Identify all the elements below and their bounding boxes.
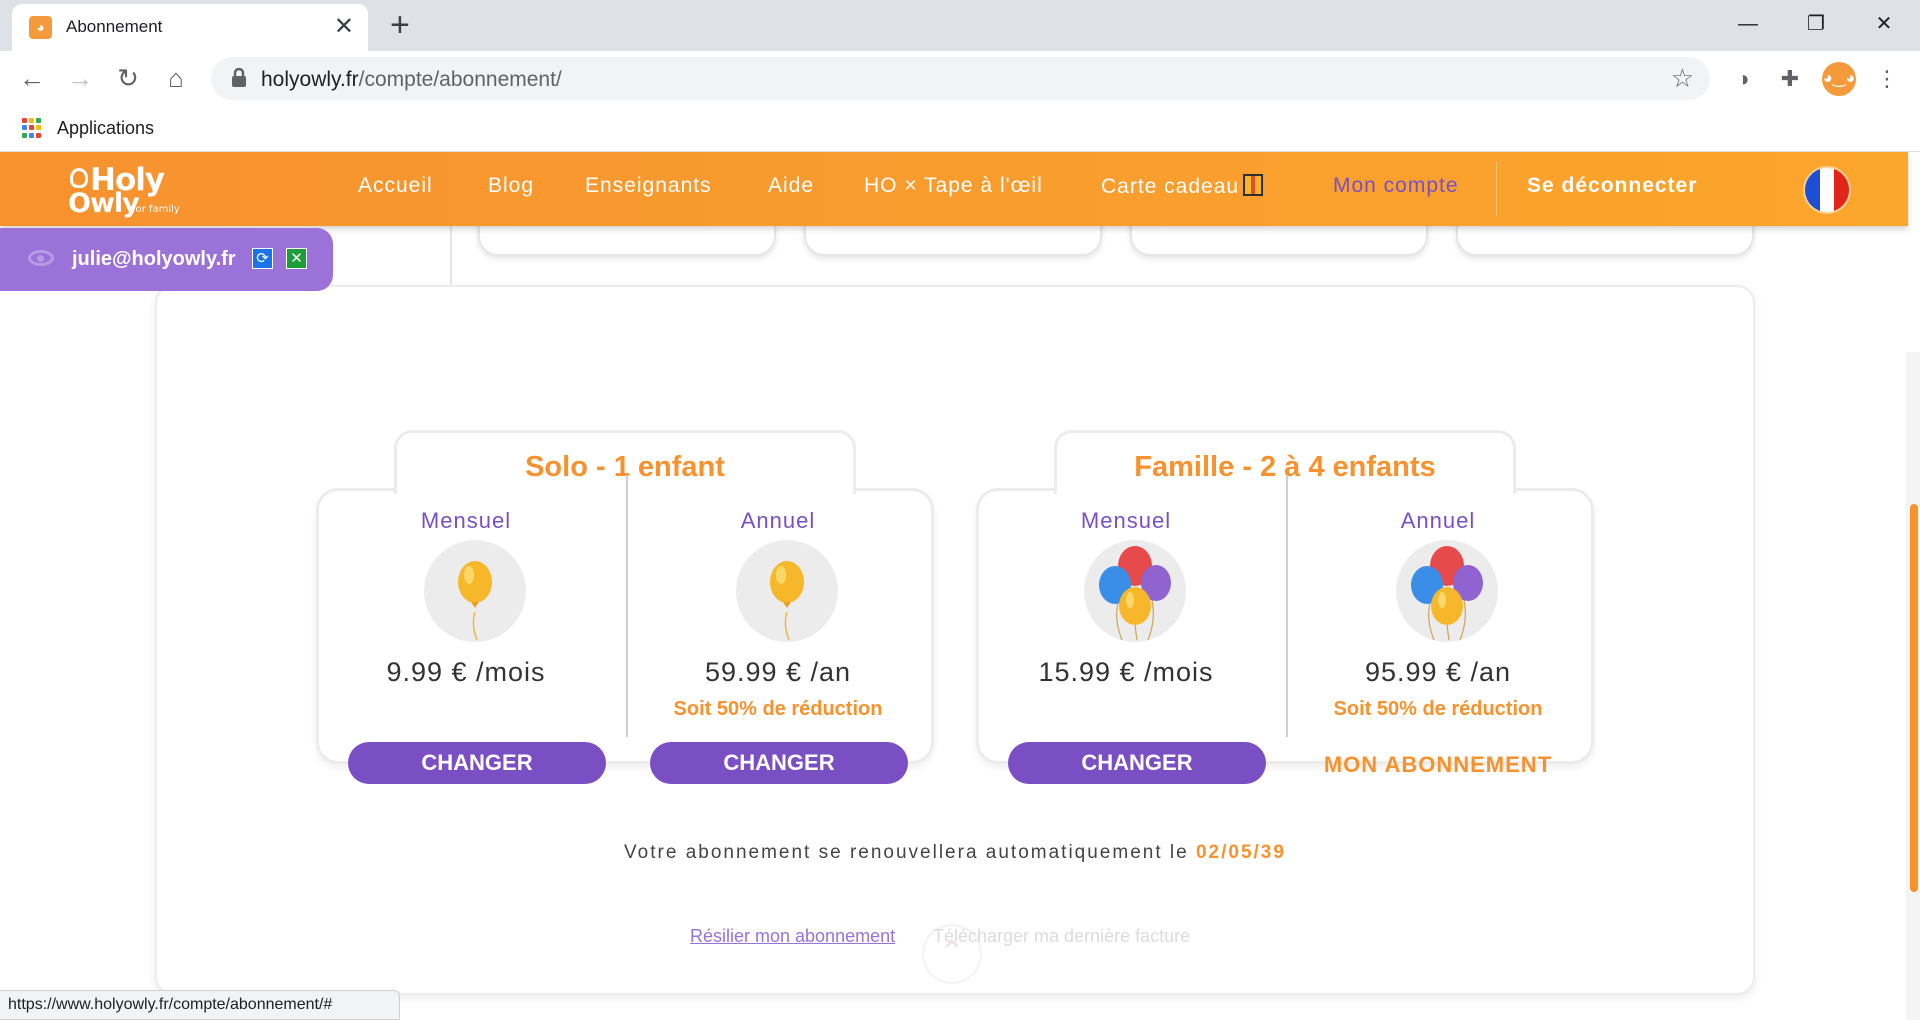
multi-balloon-icon bbox=[1396, 540, 1498, 642]
price: 9.99 € /mois bbox=[386, 657, 546, 687]
bookmark-star-icon[interactable]: ☆ bbox=[1671, 63, 1694, 93]
refresh-icon[interactable]: ⟳ bbox=[252, 248, 273, 269]
plan-monthly-column: Mensuel 9.99 € /mois CHANGER bbox=[316, 488, 616, 784]
plan-yearly-column: Annuel 59.99 € /an Soit 50% de réduction… bbox=[628, 488, 928, 784]
eye-icon bbox=[28, 250, 54, 266]
back-icon[interactable]: ← bbox=[14, 60, 50, 96]
browser-menu-icon[interactable]: ⋮ bbox=[1870, 62, 1904, 96]
address-bar[interactable]: holyowly.fr/compte/abonnement/ ☆ bbox=[211, 57, 1710, 100]
cancel-subscription-link[interactable]: Résilier mon abonnement bbox=[690, 926, 895, 947]
minimize-icon[interactable]: — bbox=[1718, 6, 1778, 42]
price: 59.99 € /an bbox=[704, 657, 852, 687]
renewal-notice: Votre abonnement se renouvellera automat… bbox=[624, 842, 1286, 863]
change-button[interactable]: CHANGER bbox=[650, 742, 908, 784]
single-balloon-icon bbox=[424, 540, 526, 642]
price: 15.99 € /mois bbox=[1038, 657, 1214, 687]
impersonation-badge: julie@holyowly.fr ⟳ ✕ bbox=[0, 228, 333, 291]
forward-icon[interactable]: → bbox=[62, 60, 98, 96]
single-balloon-icon bbox=[736, 540, 838, 642]
home-icon[interactable]: ⌂ bbox=[158, 60, 194, 96]
holyowly-logo[interactable]: Holy Owly for family bbox=[68, 162, 188, 219]
site-header: Holy Owly for family Accueil Blog Enseig… bbox=[0, 152, 1908, 226]
status-bar-url: https://www.holyowly.fr/compte/abonnemen… bbox=[0, 990, 400, 1020]
nav-aide[interactable]: Aide bbox=[768, 174, 814, 198]
tab-close-icon[interactable]: ✕ bbox=[334, 12, 354, 42]
apps-grid-icon[interactable] bbox=[22, 118, 42, 138]
plan-yearly-column: Annuel 95.99 € /an Soit 50% de réduction… bbox=[1288, 488, 1588, 777]
period-label: Mensuel bbox=[1080, 508, 1172, 533]
nav-blog[interactable]: Blog bbox=[488, 174, 534, 198]
nav-mon-compte[interactable]: Mon compte bbox=[1333, 174, 1459, 198]
extensions-puzzle-icon[interactable]: ✚ bbox=[1773, 62, 1807, 96]
lock-icon bbox=[232, 67, 246, 87]
page-content: Holy Owly for family Accueil Blog Enseig… bbox=[0, 152, 1920, 1020]
holyowly-favicon-icon: ◕ bbox=[29, 16, 52, 39]
page-scrollbar[interactable] bbox=[1906, 352, 1920, 1020]
bookmark-applications[interactable]: Applications bbox=[57, 118, 154, 139]
plan-title: Solo - 1 enfant bbox=[525, 451, 725, 483]
divider bbox=[450, 226, 452, 286]
exit-icon[interactable]: ✕ bbox=[286, 248, 307, 269]
plan-tab: Solo - 1 enfant bbox=[394, 430, 856, 494]
plan-title: Famille - 2 à 4 enfants bbox=[1134, 451, 1436, 483]
bookmarks-bar: Applications bbox=[0, 106, 1920, 152]
nav-se-deconnecter[interactable]: Se déconnecter bbox=[1527, 174, 1697, 198]
gift-icon bbox=[1243, 174, 1264, 196]
restore-icon[interactable]: ❐ bbox=[1786, 6, 1846, 42]
reload-icon[interactable]: ↻ bbox=[110, 60, 146, 96]
change-button[interactable]: CHANGER bbox=[348, 742, 606, 784]
browser-tab[interactable]: ◕ Abonnement ✕ bbox=[12, 4, 368, 51]
plan-solo: Solo - 1 enfant Mensuel 9.99 € /mois CHA… bbox=[316, 430, 934, 784]
plan-famille: Famille - 2 à 4 enfants Mensuel 15.99 € … bbox=[976, 430, 1594, 784]
period-label: Annuel bbox=[740, 508, 816, 533]
scrollbar-thumb[interactable] bbox=[1910, 504, 1918, 892]
nav-separator bbox=[1496, 162, 1497, 216]
renewal-date: 02/05/39 bbox=[1195, 842, 1286, 863]
tab-title: Abonnement bbox=[66, 17, 163, 36]
period-label: Annuel bbox=[1400, 508, 1476, 533]
download-invoice-link[interactable]: Télécharger ma dernière facture bbox=[933, 926, 1190, 947]
browser-tab-strip: ◕ Abonnement ✕ + — ❐ ✕ bbox=[0, 0, 1920, 51]
plan-tab: Famille - 2 à 4 enfants bbox=[1054, 430, 1516, 494]
reduction-label: Soit 50% de réduction bbox=[1333, 698, 1543, 720]
nav-accueil[interactable]: Accueil bbox=[358, 174, 433, 198]
french-flag-icon[interactable] bbox=[1805, 168, 1849, 212]
profile-avatar-icon[interactable]: ◕‿◕ bbox=[1822, 62, 1856, 96]
new-tab-icon[interactable]: + bbox=[390, 7, 410, 43]
period-label: Mensuel bbox=[420, 508, 512, 533]
change-button[interactable]: CHANGER bbox=[1008, 742, 1266, 784]
plan-monthly-column: Mensuel 15.99 € /mois CHANGER bbox=[976, 488, 1276, 784]
window-close-icon[interactable]: ✕ bbox=[1854, 6, 1914, 42]
nav-enseignants[interactable]: Enseignants bbox=[585, 174, 712, 198]
nav-tape-a-loeil[interactable]: HO × Tape à l'œil bbox=[864, 174, 1043, 198]
owl-logo-icon bbox=[70, 168, 88, 188]
current-subscription-label: MON ABONNEMENT bbox=[1323, 752, 1553, 777]
url-text: holyowly.fr/compte/abonnement/ bbox=[261, 68, 562, 91]
multi-balloon-icon bbox=[1084, 540, 1186, 642]
user-email: julie@holyowly.fr bbox=[72, 248, 236, 270]
nav-carte-cadeau[interactable]: Carte cadeau bbox=[1101, 174, 1264, 199]
reduction-label: Soit 50% de réduction bbox=[673, 698, 883, 720]
browser-toolbar: ← → ↻ ⌂ holyowly.fr/compte/abonnement/ ☆… bbox=[0, 51, 1920, 106]
extension-circle-icon[interactable]: ◑ bbox=[1726, 62, 1760, 96]
price: 95.99 € /an bbox=[1364, 657, 1512, 687]
